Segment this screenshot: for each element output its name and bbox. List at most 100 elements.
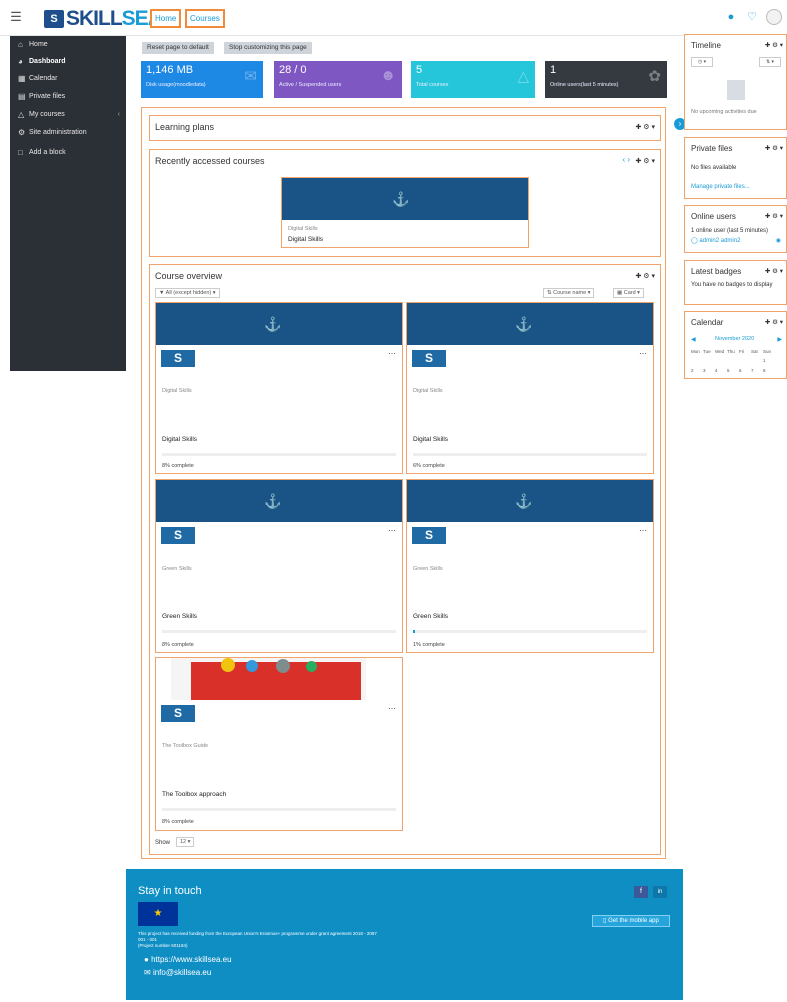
linkedin-icon[interactable]: in: [653, 886, 667, 898]
progress-text: 8% complete: [162, 463, 194, 469]
menu-toggle-icon[interactable]: ☰: [8, 9, 24, 25]
manage-files-link[interactable]: Manage private files...: [691, 184, 750, 190]
sidebar-item-private-files[interactable]: ▤ Private files: [18, 92, 122, 101]
sidebar-item-calendar[interactable]: ▦ Calendar: [18, 74, 122, 83]
course-category: Green Skills: [162, 566, 192, 572]
nav-courses-link[interactable]: Courses: [185, 9, 225, 28]
sidebar-item-my-courses[interactable]: △ My courses ‹: [18, 110, 122, 119]
block-title: Timeline: [691, 41, 721, 50]
carousel-arrows[interactable]: ‹ ›: [622, 155, 630, 164]
block-controls[interactable]: ✚ ⚙ ▾: [635, 123, 655, 131]
course-card[interactable]: ⚓ S ⋯ Green Skills Green Skills 8% compl…: [155, 479, 403, 653]
dashboard-icon: ◕: [18, 57, 23, 66]
tile-value: 1: [550, 64, 557, 76]
course-name[interactable]: Green Skills: [413, 613, 448, 620]
badges-block: Latest badges ✚ ⚙ ▾ You have no badges t…: [684, 260, 787, 305]
progress-text: 8% complete: [162, 642, 194, 648]
course-thumbnail: S: [161, 527, 195, 544]
stop-customizing-button[interactable]: Stop customizing this page: [224, 42, 312, 54]
website-link[interactable]: ● https://www.skillsea.eu: [144, 955, 232, 964]
block-title: Latest badges: [691, 267, 742, 276]
block-title: Private files: [691, 144, 733, 153]
nav-home-link[interactable]: Home: [150, 9, 182, 28]
course-name[interactable]: The Toolbox approach: [162, 791, 226, 798]
view-dropdown[interactable]: ▦ Card ▾: [613, 288, 644, 298]
online-user-link[interactable]: ◯ admin2 admin2: [691, 237, 740, 244]
course-card[interactable]: ⚓ S ⋯ Digital Skills Digital Skills 6% c…: [406, 302, 654, 474]
tile-label: Disk usage(moodledata): [146, 82, 206, 88]
block-controls[interactable]: ✚ ⚙ ▾: [765, 267, 783, 275]
block-controls[interactable]: ✚ ⚙ ▾: [765, 212, 783, 220]
more-actions-icon[interactable]: ⋯: [388, 705, 396, 713]
course-name[interactable]: Green Skills: [162, 613, 197, 620]
eye-icon[interactable]: ◉: [776, 237, 781, 244]
show-count-dropdown[interactable]: 12 ▾: [176, 837, 195, 847]
gear-icon: ⚙: [18, 128, 26, 137]
globe-icon: ●: [144, 955, 149, 964]
reset-page-button[interactable]: Reset page to default: [142, 42, 214, 54]
notifications-icon[interactable]: ♡: [746, 11, 758, 23]
logo-mark: S: [44, 10, 64, 28]
block-controls[interactable]: ✚ ⚙ ▾: [765, 144, 783, 152]
sidebar-item-add-block[interactable]: □ Add a block: [18, 148, 122, 157]
course-name[interactable]: Digital Skills: [288, 236, 323, 243]
user-avatar[interactable]: [766, 9, 782, 25]
block-controls[interactable]: ✚ ⚙ ▾: [635, 157, 655, 165]
no-badges-text: You have no badges to display: [691, 282, 773, 288]
email-link[interactable]: ✉ info@skillsea.eu: [144, 968, 211, 977]
sidebar-item-dashboard[interactable]: ◕ Dashboard: [18, 57, 122, 66]
next-month-icon[interactable]: ▶: [777, 336, 782, 343]
facebook-icon[interactable]: f: [634, 886, 648, 898]
course-name[interactable]: Digital Skills: [162, 436, 197, 443]
funding-text: This project has received funding from t…: [138, 931, 377, 936]
messages-icon[interactable]: ●: [725, 11, 737, 23]
course-name[interactable]: Digital Skills: [413, 436, 448, 443]
envelope-icon: ✉: [244, 68, 257, 85]
graduation-cap-icon: △: [18, 110, 25, 119]
sidebar-item-site-admin[interactable]: ⚙ Site administration: [18, 128, 122, 137]
course-card[interactable]: ⚓ S ⋯ Digital Skills Digital Skills 8% c…: [155, 302, 403, 474]
calendar-block: Calendar ✚ ⚙ ▾ ◀ November 2020 ▶ Mon Tue W…: [684, 311, 787, 379]
more-actions-icon[interactable]: ⋯: [639, 350, 647, 358]
graduation-cap-icon: △: [517, 68, 529, 85]
progress-bar: [162, 808, 396, 811]
more-actions-icon[interactable]: ⋯: [388, 527, 396, 535]
progress-text: 8% complete: [162, 819, 194, 825]
timeline-sort-dropdown[interactable]: ⇅ ▾: [759, 57, 781, 67]
envelope-icon: ✉: [144, 968, 151, 977]
recent-courses-block: Recently accessed courses ‹ › ✚ ⚙ ▾ ⚓ Di…: [149, 149, 661, 257]
users-tile: 28 / 0 Active / Suspended users ☻: [274, 61, 402, 98]
calendar-week-row: 2345678: [691, 368, 766, 373]
filter-dropdown[interactable]: ▼ All (except hidden) ▾: [155, 288, 220, 298]
user-icon: ☻: [380, 67, 396, 84]
sort-dropdown[interactable]: ⇅ Course name ▾: [543, 288, 595, 298]
recent-course-card[interactable]: ⚓ Digital Skills Digital Skills: [281, 177, 529, 248]
site-logo[interactable]: S SKILLSEA: [44, 8, 163, 30]
block-controls[interactable]: ✚ ⚙ ▾: [635, 272, 655, 280]
course-thumbnail: S: [412, 350, 446, 367]
block-title: Course overview: [155, 271, 223, 281]
mobile-app-button[interactable]: ▯ Get the mobile app: [592, 915, 670, 927]
ship-icon: ⚓: [264, 493, 282, 509]
course-card[interactable]: ⚓ S ⋯ Green Skills Green Skills 1% compl…: [406, 479, 654, 653]
leaf-icon: ✿: [648, 68, 661, 85]
course-category: Green Skills: [413, 566, 443, 572]
course-category: The Toolbox Guide: [162, 743, 209, 749]
block-controls[interactable]: ✚ ⚙ ▾: [765, 41, 783, 49]
timeline-filter-dropdown[interactable]: ◷ ▾: [691, 57, 713, 67]
course-card[interactable]: S ⋯ The Toolbox Guide The Toolbox approa…: [155, 657, 403, 831]
block-title: Learning plans: [155, 122, 215, 132]
sidebar-item-home[interactable]: ⌂ Home: [18, 40, 122, 49]
more-actions-icon[interactable]: ⋯: [639, 527, 647, 535]
prev-month-icon[interactable]: ◀: [691, 336, 696, 343]
calendar-icon: ▦: [18, 74, 26, 83]
tile-label: Online users(last 5 minutes): [550, 82, 619, 88]
course-thumbnail: S: [161, 705, 195, 722]
tile-value: 1,146 MB: [146, 64, 194, 76]
progress-bar: [162, 453, 396, 456]
private-files-block: Private files ✚ ⚙ ▾ No files available M…: [684, 137, 787, 199]
course-category: Digital Skills: [162, 388, 192, 394]
more-actions-icon[interactable]: ⋯: [388, 350, 396, 358]
block-controls[interactable]: ✚ ⚙ ▾: [765, 318, 783, 326]
mobile-icon: ▯: [603, 918, 607, 924]
